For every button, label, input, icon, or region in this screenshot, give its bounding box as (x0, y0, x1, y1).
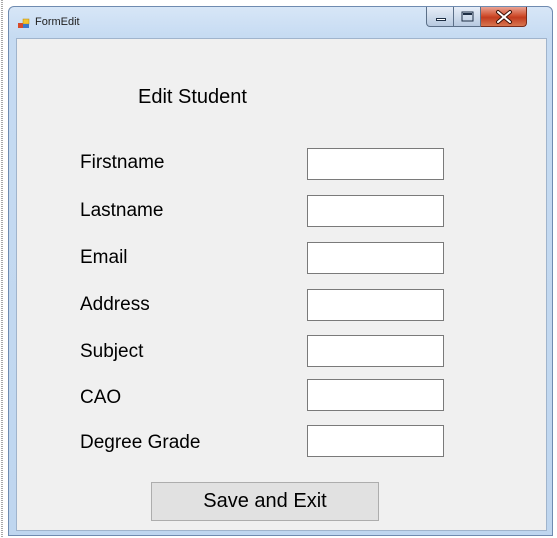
form-heading: Edit Student (138, 86, 247, 108)
degree-grade-input[interactable] (307, 425, 444, 457)
address-label: Address (80, 294, 150, 315)
close-button[interactable] (481, 7, 527, 27)
window-title: FormEdit (35, 16, 80, 28)
title-bar[interactable]: FormEdit (9, 7, 552, 39)
email-label: Email (80, 247, 128, 268)
maximize-icon (461, 11, 474, 22)
minimize-button[interactable] (426, 7, 454, 27)
cao-label: CAO (80, 387, 122, 408)
close-icon (496, 10, 512, 24)
cao-input[interactable] (307, 379, 444, 411)
subject-label: Subject (80, 341, 144, 362)
subject-input[interactable] (307, 335, 444, 367)
save-and-exit-button[interactable]: Save and Exit (151, 482, 379, 521)
left-edge-dotted-line (1, 0, 3, 538)
maximize-button[interactable] (454, 7, 481, 27)
firstname-input[interactable] (307, 148, 444, 180)
minimize-icon (436, 18, 446, 21)
email-input[interactable] (307, 242, 444, 274)
form-app-icon[interactable] (18, 17, 30, 29)
firstname-label: Firstname (80, 152, 165, 173)
form-edit-window: FormEdit Edit Student Firstname Lastname (8, 6, 553, 536)
lastname-label: Lastname (80, 200, 164, 221)
lastname-input[interactable] (307, 195, 444, 227)
address-input[interactable] (307, 289, 444, 321)
degree-grade-label: Degree Grade (80, 432, 201, 453)
form-client-area: Edit Student Firstname Lastname Email Ad… (16, 38, 547, 531)
